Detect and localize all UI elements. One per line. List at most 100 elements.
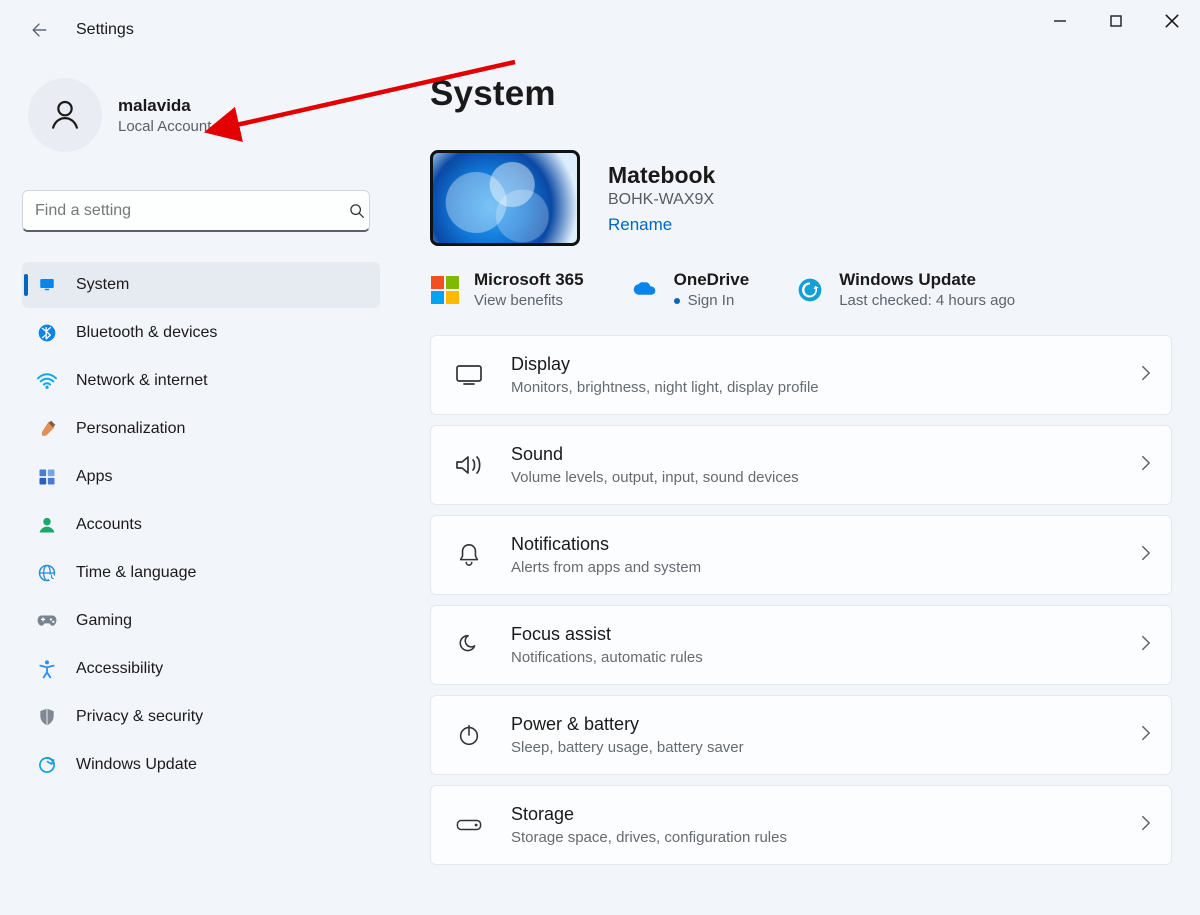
sidebar-item-brush[interactable]: Personalization (22, 406, 380, 452)
apps-icon (36, 466, 58, 488)
account-name: malavida (118, 96, 211, 116)
settings-card-storage[interactable]: Storage Storage space, drives, configurat… (430, 785, 1172, 865)
settings-card-notifications[interactable]: NotificationsAlerts from apps and system (430, 515, 1172, 595)
service-title: Microsoft 365 (474, 270, 584, 290)
search-icon (348, 202, 366, 225)
service-subtitle: View benefits (474, 292, 584, 309)
chevron-right-icon (1141, 725, 1151, 746)
accessibility-icon (36, 658, 58, 680)
service-onedrive[interactable]: OneDrive Sign In (630, 270, 750, 309)
card-subtitle: Alerts from apps and system (511, 559, 701, 576)
card-title: Storage (511, 804, 787, 825)
globe-icon (36, 562, 58, 584)
maximize-icon (1109, 14, 1123, 28)
sound-icon (453, 449, 485, 481)
settings-card-focus-assist[interactable]: Focus assist Notifications, automatic rul… (430, 605, 1172, 685)
sidebar-item-label: Apps (76, 468, 112, 486)
sidebar-item-gamepad[interactable]: Gaming (22, 598, 380, 644)
nav-list: System Bluetooth & devices Network & inter… (22, 262, 380, 788)
onedrive-icon (630, 275, 660, 305)
sidebar: malavida Local Account System Bluetooth &… (22, 74, 380, 788)
window-controls (1032, 0, 1200, 42)
sidebar-item-update[interactable]: Windows Update (22, 742, 380, 788)
storage-icon (453, 809, 485, 841)
settings-card-display[interactable]: Display Monitors, brightness, night light… (430, 335, 1172, 415)
sidebar-item-label: Accessibility (76, 660, 163, 678)
power-battery-icon (453, 719, 485, 751)
sidebar-item-label: Personalization (76, 420, 185, 438)
app-title: Settings (76, 21, 134, 39)
card-subtitle: Sleep, battery usage, battery saver (511, 739, 744, 756)
close-button[interactable] (1144, 0, 1200, 42)
card-title: Power & battery (511, 714, 744, 735)
page-title: System (430, 74, 1172, 114)
microsoft-logo-icon (430, 275, 460, 305)
account-subtitle: Local Account (118, 118, 211, 135)
service-windows-update[interactable]: Windows Update Last checked: 4 hours ago (795, 270, 1015, 309)
back-arrow-icon (29, 20, 49, 40)
card-subtitle: Monitors, brightness, night light, displ… (511, 379, 819, 396)
update-icon (36, 754, 58, 776)
minimize-button[interactable] (1032, 0, 1088, 42)
avatar (28, 78, 102, 152)
search-container (22, 190, 380, 232)
sidebar-item-label: Windows Update (76, 756, 197, 774)
service-microsoft-365[interactable]: Microsoft 365 View benefits (430, 270, 584, 309)
focus-assist-icon (453, 629, 485, 661)
device-model: BOHK-WAX9X (608, 191, 715, 209)
sidebar-item-label: System (76, 276, 129, 294)
card-subtitle: Storage space, drives, configuration rul… (511, 829, 787, 846)
card-title: Display (511, 354, 819, 375)
service-subtitle: Sign In (674, 292, 750, 309)
gamepad-icon (36, 610, 58, 632)
card-subtitle: Notifications, automatic rules (511, 649, 703, 666)
sidebar-item-label: Accounts (76, 516, 142, 534)
back-button[interactable] (28, 19, 50, 41)
service-title: Windows Update (839, 270, 1015, 290)
brush-icon (36, 418, 58, 440)
search-input[interactable] (22, 190, 370, 232)
bluetooth-icon (36, 322, 58, 344)
display-icon (453, 359, 485, 391)
sidebar-item-label: Network & internet (76, 372, 208, 390)
main-content: System Matebook BOHK-WAX9X Rename Micros… (430, 74, 1172, 915)
notifications-icon (453, 539, 485, 571)
person-icon (46, 96, 84, 134)
sidebar-item-apps[interactable]: Apps (22, 454, 380, 500)
sidebar-item-label: Bluetooth & devices (76, 324, 217, 342)
account-header[interactable]: malavida Local Account (22, 74, 380, 170)
update-icon (795, 275, 825, 305)
services-row: Microsoft 365 View benefits OneDrive Sig… (430, 270, 1172, 309)
sidebar-item-system[interactable]: System (22, 262, 380, 308)
device-section: Matebook BOHK-WAX9X Rename (430, 150, 1172, 246)
minimize-icon (1053, 14, 1067, 28)
sidebar-item-label: Gaming (76, 612, 132, 630)
chevron-right-icon (1141, 815, 1151, 836)
sidebar-item-wifi[interactable]: Network & internet (22, 358, 380, 404)
person-icon (36, 514, 58, 536)
sidebar-item-label: Time & language (76, 564, 196, 582)
card-title: Focus assist (511, 624, 703, 645)
sidebar-item-globe[interactable]: Time & language (22, 550, 380, 596)
maximize-button[interactable] (1088, 0, 1144, 42)
sidebar-item-accessibility[interactable]: Accessibility (22, 646, 380, 692)
settings-card-list: Display Monitors, brightness, night light… (430, 335, 1172, 865)
system-icon (36, 274, 58, 296)
chevron-right-icon (1141, 365, 1151, 386)
rename-link[interactable]: Rename (608, 215, 672, 235)
settings-card-power-battery[interactable]: Power & battery Sleep, battery usage, bat… (430, 695, 1172, 775)
card-title: Sound (511, 444, 799, 465)
wifi-icon (36, 370, 58, 392)
sidebar-item-bluetooth[interactable]: Bluetooth & devices (22, 310, 380, 356)
sidebar-item-shield[interactable]: Privacy & security (22, 694, 380, 740)
sidebar-item-person[interactable]: Accounts (22, 502, 380, 548)
service-subtitle: Last checked: 4 hours ago (839, 292, 1015, 309)
settings-card-sound[interactable]: SoundVolume levels, output, input, sound… (430, 425, 1172, 505)
chevron-right-icon (1141, 635, 1151, 656)
device-name: Matebook (608, 162, 715, 189)
shield-icon (36, 706, 58, 728)
status-dot-icon (674, 298, 680, 304)
sidebar-item-label: Privacy & security (76, 708, 203, 726)
service-title: OneDrive (674, 270, 750, 290)
device-thumbnail[interactable] (430, 150, 580, 246)
